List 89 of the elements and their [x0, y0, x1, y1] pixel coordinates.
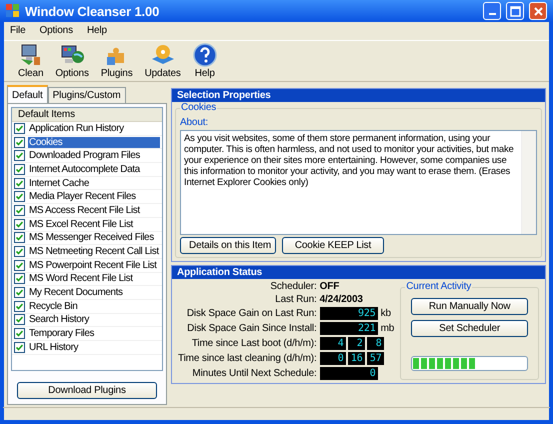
- checkbox[interactable]: [14, 246, 25, 258]
- list-item[interactable]: Media Player Recent Files: [28, 191, 137, 202]
- checkbox[interactable]: [14, 136, 25, 148]
- action-button[interactable]: Set Scheduler: [411, 320, 528, 337]
- group-title: Current Activity: [405, 281, 472, 292]
- status-value: 4/24/2003: [320, 294, 364, 305]
- digital-display: 8: [366, 337, 384, 350]
- action-button[interactable]: Run Manually Now: [411, 298, 528, 315]
- close-icon: [532, 6, 544, 16]
- tab[interactable]: Default: [7, 85, 48, 103]
- unit-label: mb: [380, 323, 394, 334]
- menu-item[interactable]: Options: [40, 25, 73, 37]
- list-item[interactable]: MS Access Recent File List: [28, 204, 141, 216]
- action-button[interactable]: Details on this Item: [180, 237, 276, 254]
- field-label: About:: [180, 117, 210, 128]
- tab[interactable]: Plugins/Custom: [48, 87, 126, 103]
- action-button[interactable]: Cookie KEEP List: [282, 237, 384, 254]
- digital-display: 57: [366, 352, 384, 365]
- disc-tray-icon: [150, 43, 175, 67]
- toolbar-button[interactable]: Updates: [140, 43, 185, 79]
- status-label: Scheduler:: [269, 281, 317, 292]
- checkbox[interactable]: [14, 218, 25, 230]
- list-item[interactable]: Cookies: [28, 136, 160, 148]
- panel-header: Application Status: [172, 266, 545, 279]
- status-label: Minutes Until Next Schedule:: [191, 368, 317, 379]
- unit-label: kb: [380, 308, 391, 319]
- checkbox[interactable]: [14, 178, 25, 189]
- group-title: Cookies: [180, 102, 218, 113]
- scrollbar[interactable]: [521, 131, 536, 234]
- list-item[interactable]: My Recent Documents: [28, 287, 124, 298]
- list-item[interactable]: Downloaded Program Files: [28, 150, 142, 162]
- checkbox[interactable]: [14, 122, 25, 134]
- toolbar-button[interactable]: Clean: [14, 43, 48, 79]
- list-item[interactable]: Internet Cache: [28, 178, 90, 189]
- checkbox[interactable]: [14, 300, 25, 312]
- close-button[interactable]: [529, 2, 547, 20]
- checkbox[interactable]: [14, 260, 25, 271]
- windows-logo-icon: [6, 4, 20, 18]
- checkbox[interactable]: [14, 150, 25, 162]
- status-label: Time since Last boot (d/h/m):: [190, 338, 317, 349]
- digital-display: 925: [320, 307, 378, 320]
- digital-display: 2: [348, 337, 365, 350]
- list-item[interactable]: Application Run History: [28, 122, 125, 134]
- checkbox[interactable]: [14, 287, 25, 298]
- digital-display: 0: [320, 352, 346, 365]
- checkbox[interactable]: [14, 342, 25, 353]
- status-label: Time since last cleaning (d/h/m):: [178, 353, 317, 364]
- status-value: OFF: [320, 281, 340, 292]
- checkbox[interactable]: [14, 204, 25, 216]
- maximize-icon: [510, 6, 520, 16]
- checkbox[interactable]: [14, 328, 25, 340]
- download-plugins-button[interactable]: Download Plugins: [17, 382, 157, 399]
- panel-header: Selection Properties: [172, 89, 545, 102]
- computer-icon: [18, 43, 43, 67]
- about-text: As you visit websites, some of them store permanent information, using your computer. This is often harmless, and not used to monitor your activities, but make your experience on their sites more entertaining. However, some companies use this information to monitor your activity, and you may want to erase them. (Erases Internet Explorer Cookies only): [183, 132, 515, 190]
- list-item[interactable]: MS Word Recent File List: [28, 273, 134, 284]
- digital-display: 16: [348, 352, 365, 365]
- status-label: Disk Space Gain Since Install:: [186, 323, 317, 334]
- maximize-button[interactable]: [506, 2, 524, 20]
- list-item[interactable]: Temporary Files: [28, 328, 96, 340]
- toolbar-button[interactable]: Plugins: [96, 43, 137, 79]
- digital-display: 4: [320, 337, 346, 350]
- minimize-icon: [488, 13, 496, 15]
- checkbox[interactable]: [14, 164, 25, 175]
- status-label: Disk Space Gain on Last Run:: [186, 308, 317, 319]
- checkbox[interactable]: [14, 232, 25, 244]
- list-item[interactable]: MS Excel Recent File List: [28, 218, 134, 230]
- list-item[interactable]: Search History: [28, 314, 90, 326]
- digital-display: 221: [320, 322, 378, 335]
- help-icon: [192, 43, 217, 67]
- toolbar-button[interactable]: Options: [51, 43, 93, 79]
- checkbox[interactable]: [14, 191, 25, 202]
- list-item[interactable]: MS Messenger Received Files: [28, 232, 155, 244]
- checkbox[interactable]: [14, 314, 25, 326]
- list-item[interactable]: MS Powerpoint Recent File List: [28, 260, 158, 271]
- list-item[interactable]: Internet Autocomplete Data: [28, 164, 141, 175]
- menu-item[interactable]: File: [10, 25, 26, 37]
- toolbar-button[interactable]: Help: [188, 43, 221, 79]
- about-text-area[interactable]: [180, 130, 537, 235]
- checkbox[interactable]: [14, 273, 25, 284]
- digital-display: 0: [320, 367, 378, 380]
- list-item[interactable]: Recycle Bin: [28, 300, 78, 312]
- menu-item[interactable]: Help: [86, 25, 107, 37]
- list-item[interactable]: URL History: [28, 342, 80, 353]
- minimize-button[interactable]: [483, 2, 501, 20]
- status-label: Last Run:: [274, 294, 317, 305]
- list-item[interactable]: MS Netmeeting Recent Call List: [28, 246, 160, 258]
- column-header: Default Items: [12, 108, 162, 122]
- window-title: Window Cleanser 1.00: [25, 4, 160, 18]
